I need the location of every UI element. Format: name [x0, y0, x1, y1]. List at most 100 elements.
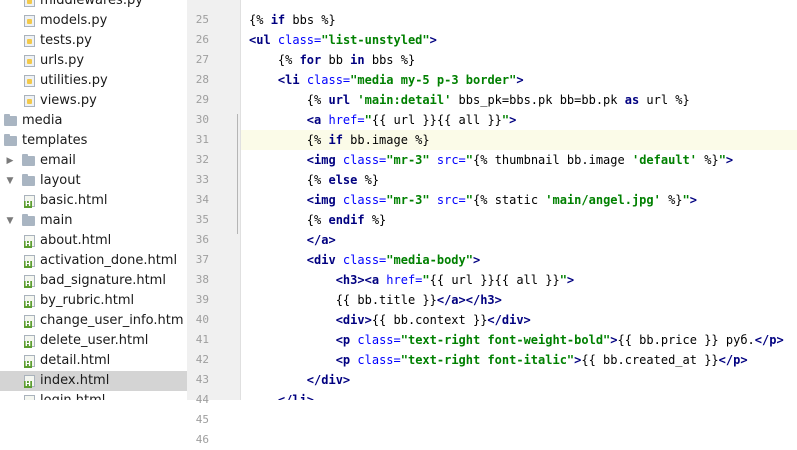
- tree-folder-media[interactable]: media: [0, 111, 187, 131]
- code-token: {{ url }}{{ all }}: [371, 113, 502, 127]
- tree-folder-email[interactable]: ▶ email: [0, 151, 187, 171]
- code-line[interactable]: {{ bb.title }}</a></h3>: [249, 290, 502, 310]
- tree-file[interactable]: urls.py: [0, 51, 187, 71]
- line-number: 27: [195, 53, 209, 66]
- code-token: for: [299, 53, 322, 67]
- code-token: "text-right font-italic": [400, 353, 575, 367]
- code-token: {%: [249, 133, 329, 147]
- code-token: >: [429, 33, 437, 47]
- code-token: %}: [697, 153, 719, 167]
- code-token: bbs %}: [364, 53, 416, 67]
- tree-folder-main[interactable]: ▼ main: [0, 211, 187, 231]
- tree-file[interactable]: bad_signature.html: [0, 271, 187, 291]
- code-token: <p: [335, 353, 358, 367]
- code-editor[interactable]: {% if bbs %} <ul class="list-unstyled"> {…: [241, 0, 797, 400]
- tree-file[interactable]: basic.html: [0, 191, 187, 211]
- code-token: <a: [306, 113, 329, 127]
- code-line[interactable]: {% for bb in bbs %}: [249, 50, 415, 70]
- html-file-icon: [24, 195, 35, 208]
- tree-file[interactable]: views.py: [0, 91, 187, 111]
- code-line[interactable]: <div>{{ bb.context }}</div>: [249, 310, 531, 330]
- code-token: </div>: [487, 313, 531, 327]
- code-line[interactable]: </div>: [249, 370, 350, 390]
- code-line[interactable]: <a href="{{ url }}{{ all }}">: [249, 110, 517, 130]
- code-line[interactable]: {% if bb.image %}: [249, 130, 430, 150]
- code-token: src=: [436, 193, 466, 207]
- code-line[interactable]: <ul class="list-unstyled">: [249, 30, 437, 50]
- code-line[interactable]: <h3><a href="{{ url }}{{ all }}">: [249, 270, 574, 290]
- tree-item-label: by_rubric.html: [40, 293, 135, 308]
- line-number: 44: [195, 393, 209, 406]
- tree-file[interactable]: change_user_info.htm: [0, 311, 187, 331]
- code-token: %}: [364, 213, 387, 227]
- tree-file[interactable]: middlewares.py: [0, 0, 187, 11]
- tree-item-label: templates: [22, 133, 88, 148]
- tree-file[interactable]: delete_user.html: [0, 331, 187, 351]
- code-token: <p: [335, 333, 358, 347]
- code-token: class=: [342, 153, 387, 167]
- code-line[interactable]: <div class="media-body">: [249, 250, 480, 270]
- code-line[interactable]: {% else %}: [249, 170, 379, 190]
- code-token: 'main/angel.jpg': [545, 193, 661, 207]
- code-line[interactable]: <p class="text-right font-italic">{{ bb.…: [249, 350, 748, 370]
- tree-file[interactable]: detail.html: [0, 351, 187, 371]
- tree-item-label: about.html: [40, 233, 112, 248]
- tree-item-label: delete_user.html: [40, 333, 149, 348]
- code-line[interactable]: {% endif %}: [249, 210, 387, 230]
- tree-file[interactable]: activation_done.html: [0, 251, 187, 271]
- expand-arrow-icon[interactable]: ▼: [5, 211, 15, 231]
- code-line[interactable]: {% if bbs %}: [249, 10, 336, 30]
- code-token: if: [328, 133, 343, 147]
- code-token: {%: [249, 213, 329, 227]
- tree-file[interactable]: by_rubric.html: [0, 291, 187, 311]
- tree-item-label: middlewares.py: [40, 0, 143, 8]
- tree-file[interactable]: models.py: [0, 11, 187, 31]
- python-file-icon: [24, 35, 35, 47]
- line-number: 45: [195, 413, 209, 426]
- tree-file[interactable]: about.html: [0, 231, 187, 251]
- line-number: 28: [195, 73, 209, 86]
- tree-item-label: main: [40, 213, 73, 228]
- collapse-arrow-icon[interactable]: ▶: [5, 151, 15, 171]
- tree-folder-templates[interactable]: templates: [0, 131, 187, 151]
- code-line[interactable]: {% url 'main:detail' bbs_pk=bbs.pk bb=bb…: [249, 90, 690, 110]
- tree-folder-layout[interactable]: ▼ layout: [0, 171, 187, 191]
- code-line[interactable]: <p class="text-right font-weight-bold">{…: [249, 330, 784, 350]
- code-token: href=: [386, 273, 423, 287]
- code-line[interactable]: <img class="mr-3" src="{% static 'main/a…: [249, 190, 697, 210]
- line-number: 25: [195, 13, 209, 26]
- folder-icon: [22, 174, 35, 187]
- code-line[interactable]: <li class="media my-5 p-3 border">: [249, 70, 524, 90]
- code-line[interactable]: </li>: [249, 390, 314, 400]
- tree-file[interactable]: utilities.py: [0, 71, 187, 91]
- code-line[interactable]: <img class="mr-3" src="{% thumbnail bb.i…: [249, 150, 733, 170]
- code-token: %}: [357, 173, 380, 187]
- code-token: bbs_pk=bbs.pk bb=bb.pk: [451, 93, 625, 107]
- tree-file[interactable]: tests.py: [0, 31, 187, 51]
- line-number: 46: [195, 433, 209, 446]
- html-file-icon: [24, 295, 35, 308]
- code-token: <img: [306, 153, 343, 167]
- code-token: >: [472, 253, 481, 267]
- tree-item-label: bad_signature.html: [40, 273, 166, 288]
- code-line[interactable]: </a>: [249, 230, 336, 250]
- code-token: <li: [277, 73, 307, 87]
- expand-arrow-icon[interactable]: ▼: [5, 171, 15, 191]
- code-token: <div: [306, 253, 343, 267]
- python-file-icon: [24, 95, 35, 107]
- python-file-icon: [24, 75, 35, 87]
- code-token: 'default': [631, 153, 697, 167]
- tree-file[interactable]: index.html: [0, 371, 187, 391]
- code-token: {%: [249, 53, 300, 67]
- line-number: 43: [195, 373, 209, 386]
- tree-item-label: urls.py: [40, 53, 85, 68]
- line-number: 32: [195, 153, 209, 166]
- tree-file[interactable]: login.html: [0, 391, 187, 400]
